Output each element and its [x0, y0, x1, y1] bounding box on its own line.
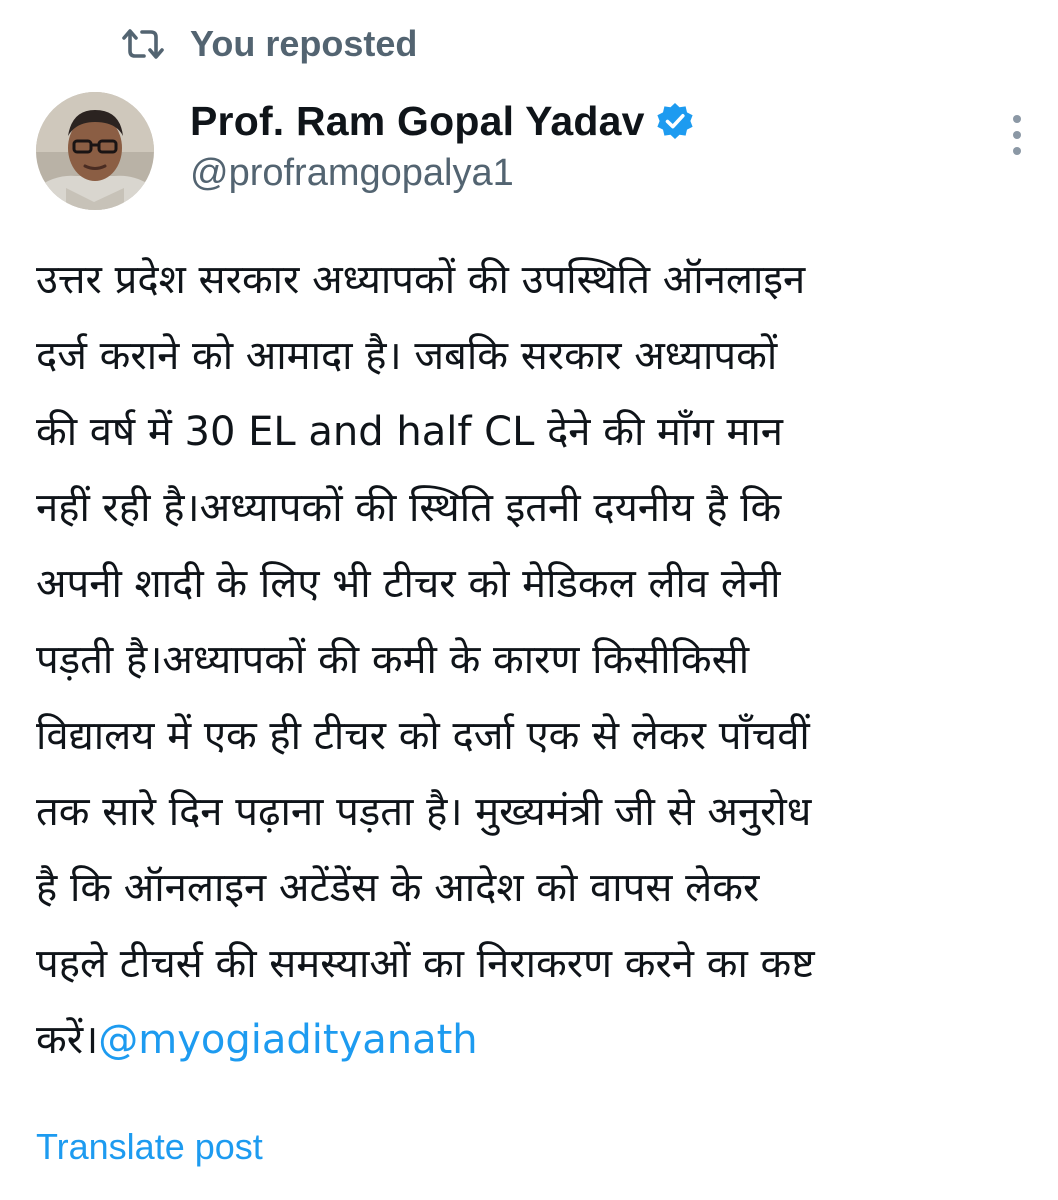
post-text-line: पड़ती है।अध्यापकों की कमी के कारण किसीकि… [36, 637, 750, 683]
repost-header: You reposted [120, 18, 417, 70]
post-text-line: की वर्ष में 30 EL and half CL देने की मा… [36, 409, 784, 455]
post-text: उत्तर प्रदेश सरकार अध्यापकों की उपस्थिति… [36, 242, 1036, 1078]
post-text-line: अपनी शादी के लिए भी टीचर को मेडिकल लीव ल… [36, 561, 781, 607]
author-handle[interactable]: @proframgopalya1 [190, 148, 695, 198]
post-text-line: पहले टीचर्स की समस्याओं का निराकरण करने … [36, 941, 815, 987]
verified-badge-icon [655, 101, 695, 141]
avatar[interactable] [36, 92, 154, 210]
repost-icon [120, 24, 166, 64]
translate-post-link[interactable]: Translate post [36, 1122, 263, 1172]
post-text-last-line: करें।@myogiadityanath [36, 1002, 1036, 1078]
author-name-row: Prof. Ram Gopal Yadav [190, 92, 695, 150]
repost-label: You reposted [190, 23, 418, 64]
author-name[interactable]: Prof. Ram Gopal Yadav [190, 98, 645, 145]
post-text-line: तक सारे दिन पढ़ाना पड़ता है। मुख्यमंत्री… [36, 789, 812, 835]
author-block: Prof. Ram Gopal Yadav @proframgopalya1 [190, 92, 695, 198]
more-vertical-icon [1010, 113, 1024, 161]
post-text-line: उत्तर प्रदेश सरकार अध्यापकों की उपस्थिति… [36, 257, 806, 303]
mention-link[interactable]: @myogiadityanath [98, 1017, 477, 1063]
post-text-line: दर्ज कराने को आमादा है। जबकि सरकार अध्या… [36, 333, 778, 379]
post-text-line: विद्यालय में एक ही टीचर को दर्जा एक से ल… [36, 713, 810, 759]
more-options-button[interactable] [1000, 112, 1034, 162]
post-text-line: है कि ऑनलाइन अटेंडेंस के आदेश को वापस ले… [36, 865, 760, 911]
post-text-line: नहीं रही है।अध्यापकों की स्थिति इतनी दयन… [36, 485, 782, 531]
post-text-segment: करें। [36, 1017, 99, 1063]
